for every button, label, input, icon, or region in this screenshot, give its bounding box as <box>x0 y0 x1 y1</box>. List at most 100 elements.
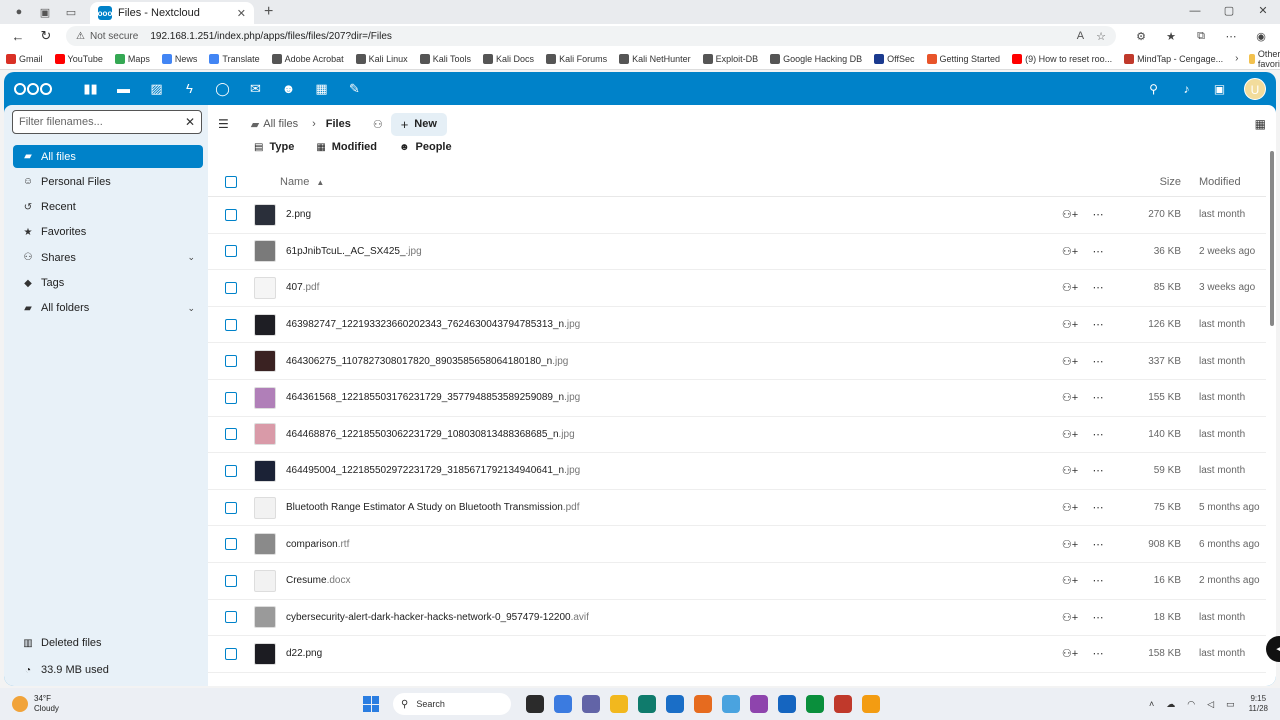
file-name[interactable]: Cresume.docx <box>286 575 350 586</box>
minimize-icon[interactable]: — <box>1178 0 1212 24</box>
share-icon[interactable]: ⚇+ <box>1055 647 1085 660</box>
grid-view-icon[interactable]: ▦ <box>1255 117 1266 131</box>
bookmark-item[interactable]: MindTap - Cengage... <box>1124 53 1223 64</box>
row-checkbox[interactable] <box>225 647 237 660</box>
copilot-icon[interactable]: ◉ <box>1246 30 1276 43</box>
table-row[interactable]: Cresume.docx ⚇+ ⋯ 16 KB 2 months ago <box>208 563 1266 600</box>
share-icon[interactable]: ⚇+ <box>1055 318 1085 331</box>
more-actions-icon[interactable]: ⋯ <box>1085 391 1111 404</box>
more-actions-icon[interactable]: ⋯ <box>1085 355 1111 368</box>
more-actions-icon[interactable]: ⋯ <box>1085 574 1111 587</box>
notifications-icon[interactable]: ♪ <box>1170 82 1203 96</box>
row-checkbox[interactable] <box>225 428 237 441</box>
photos-icon[interactable]: ▨ <box>140 81 173 97</box>
share-icon[interactable]: ⚇+ <box>1055 428 1085 441</box>
bookmark-item[interactable]: Adobe Acrobat <box>271 53 344 64</box>
share-icon[interactable]: ⚇+ <box>1055 538 1085 551</box>
share-icon[interactable]: ⚇+ <box>1055 208 1085 221</box>
bookmark-item[interactable]: Translate <box>209 53 260 64</box>
other-favorites[interactable]: Other favorites <box>1248 49 1280 69</box>
battery-icon[interactable]: ▭ <box>1226 699 1235 710</box>
sidebar-item-tags[interactable]: ◆ Tags <box>13 272 203 295</box>
table-row[interactable]: d22.png ⚇+ ⋯ 158 KB last month <box>208 636 1266 673</box>
sort-modified-header[interactable]: Modified <box>1181 176 1266 188</box>
nextcloud-logo-icon[interactable] <box>14 82 54 96</box>
table-row[interactable]: 407.pdf ⚇+ ⋯ 85 KB 3 weeks ago <box>208 270 1266 307</box>
new-button[interactable]: + New <box>390 112 447 136</box>
file-name[interactable]: 464468876_122185503062231729_10803081348… <box>286 429 575 440</box>
contacts-icon[interactable]: ☻ <box>272 81 305 97</box>
search-app-icon[interactable]: ◯ <box>206 81 239 97</box>
bookmark-item[interactable]: Google Hacking DB <box>770 53 862 64</box>
taskbar-app-icon[interactable] <box>638 695 656 713</box>
file-name[interactable]: 61pJnibTcuL._AC_SX425_.jpg <box>286 246 422 257</box>
workspaces-icon[interactable]: ▣ <box>38 5 52 19</box>
bookmark-item[interactable]: Exploit-DB <box>702 53 758 64</box>
reload-icon[interactable]: ↻ <box>36 28 56 44</box>
select-all-checkbox[interactable] <box>225 175 237 188</box>
menu-dots-icon[interactable]: ⋯ <box>1216 30 1246 43</box>
row-checkbox[interactable] <box>225 355 237 368</box>
table-row[interactable]: 464306275_1107827308017820_8903585658064… <box>208 343 1266 380</box>
file-name[interactable]: 2.png <box>286 209 311 220</box>
sidebar-item-recent[interactable]: ↺ Recent <box>13 196 203 219</box>
activity-icon[interactable]: ϟ <box>173 81 206 97</box>
table-row[interactable]: comparison.rtf ⚇+ ⋯ 908 KB 6 months ago <box>208 526 1266 563</box>
share-folder-icon[interactable]: ⚇ <box>373 118 383 131</box>
more-actions-icon[interactable]: ⋯ <box>1085 647 1111 660</box>
file-name[interactable]: 464495004_122185502972231729_31856717921… <box>286 465 580 476</box>
share-icon[interactable]: ⚇+ <box>1055 245 1085 258</box>
cloud-icon[interactable]: ☁ <box>1166 699 1175 710</box>
start-icon[interactable] <box>363 696 379 712</box>
collections-icon[interactable]: ⧉ <box>1186 30 1216 43</box>
mail-icon[interactable]: ✉ <box>239 81 272 97</box>
row-checkbox[interactable] <box>225 391 237 404</box>
sidebar-footer-1[interactable]: ◔ 33.9 MB used <box>13 659 203 681</box>
taskbar-app-icon[interactable] <box>722 695 740 713</box>
row-checkbox[interactable] <box>225 208 237 221</box>
browser-tab[interactable]: ooo Files - Nextcloud ✕ <box>90 2 254 24</box>
sidebar-item-favorites[interactable]: ★ Favorites <box>13 221 203 244</box>
table-row[interactable]: cybersecurity-alert-dark-hacker-hacks-ne… <box>208 600 1266 637</box>
avatar[interactable]: U <box>1244 78 1266 100</box>
file-name[interactable]: 407.pdf <box>286 282 319 293</box>
table-row[interactable]: 61pJnibTcuL._AC_SX425_.jpg ⚇+ ⋯ 36 KB 2 week… <box>208 234 1266 271</box>
breadcrumb-current[interactable]: Files <box>326 118 351 130</box>
share-icon[interactable]: ⚇+ <box>1055 391 1085 404</box>
bookmark-item[interactable]: YouTube <box>54 53 103 64</box>
file-name[interactable]: 464361568_122185503176231729_35779488535… <box>286 392 580 403</box>
taskbar-app-icon[interactable] <box>806 695 824 713</box>
read-aloud-icon[interactable]: A <box>1077 30 1084 42</box>
filter-people-button[interactable]: ☻ People <box>399 141 452 153</box>
more-actions-icon[interactable]: ⋯ <box>1085 464 1111 477</box>
share-icon[interactable]: ⚇+ <box>1055 281 1085 294</box>
more-actions-icon[interactable]: ⋯ <box>1085 428 1111 441</box>
bookmark-item[interactable]: Maps <box>114 53 150 64</box>
weather-widget[interactable]: 34°F Cloudy <box>12 694 59 714</box>
scrollbar[interactable] <box>1270 151 1274 326</box>
bookmark-item[interactable]: Kali NetHunter <box>619 53 691 64</box>
favorite-star-icon[interactable]: ☆ <box>1096 30 1106 43</box>
sidebar-toggle-icon[interactable]: ☰ <box>218 117 229 131</box>
bookmarks-overflow-icon[interactable]: › <box>1235 53 1238 64</box>
filter-modified-button[interactable]: ▦ Modified <box>316 141 377 153</box>
sidebar-item-all-folders[interactable]: ▰ All folders ⌄ <box>13 297 203 320</box>
bookmark-item[interactable]: Kali Docs <box>483 53 534 64</box>
bookmark-item[interactable]: Kali Forums <box>546 53 607 64</box>
bookmark-item[interactable]: News <box>161 53 197 64</box>
more-actions-icon[interactable]: ⋯ <box>1085 245 1111 258</box>
file-name[interactable]: 463982747_1221933236602023​43_7624630043… <box>286 319 580 330</box>
sidebar-item-all-files[interactable]: ▰ All files <box>13 145 203 168</box>
taskbar-app-icon[interactable] <box>526 695 544 713</box>
table-row[interactable]: 463982747_1221933236602023​43_7624630043… <box>208 307 1266 344</box>
sidebar-item-personal-files[interactable]: ☺ Personal Files <box>13 170 203 193</box>
sidebar-item-shares[interactable]: ⚇ Shares ⌄ <box>13 246 203 269</box>
search-icon[interactable]: ⚲ <box>1137 82 1170 96</box>
taskbar-search[interactable]: ⚲ Search <box>393 693 511 715</box>
taskbar-app-icon[interactable] <box>666 695 684 713</box>
sort-name-header[interactable]: Name ▲ <box>254 176 1111 188</box>
url-field[interactable]: ⚠ Not secure 192.168.1.251/index.php/app… <box>66 26 1116 46</box>
clear-filter-icon[interactable]: ✕ <box>185 115 195 129</box>
chevron-up-icon[interactable]: ˄ <box>1149 699 1154 709</box>
taskbar-app-icon[interactable] <box>862 695 880 713</box>
